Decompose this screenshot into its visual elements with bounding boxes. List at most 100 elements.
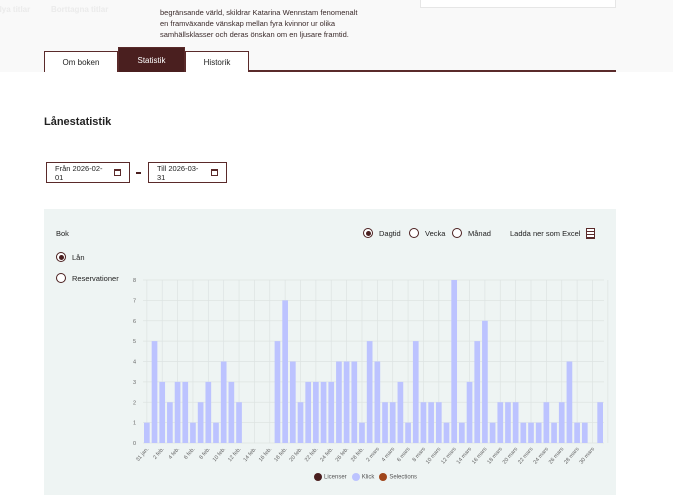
x-tick-label: 14 feb. xyxy=(243,446,259,463)
bar xyxy=(366,341,373,443)
bar xyxy=(313,381,319,443)
bar xyxy=(581,422,588,443)
legend-swatch xyxy=(314,473,322,481)
x-tick-label: 28 mars xyxy=(563,446,581,465)
y-tick-label: 4 xyxy=(133,360,136,366)
bar xyxy=(228,381,235,443)
bar xyxy=(466,381,473,443)
bar xyxy=(520,422,527,443)
bar xyxy=(289,361,296,443)
bar xyxy=(566,361,573,443)
bar xyxy=(236,402,242,443)
bar xyxy=(205,381,212,443)
y-tick-label: 5 xyxy=(133,339,136,345)
bar xyxy=(274,341,281,443)
x-tick-label: 10 feb. xyxy=(212,446,228,463)
y-tick-label: 3 xyxy=(133,380,136,386)
legend-label: Licenser xyxy=(324,474,347,481)
x-tick-label: 2 mars xyxy=(365,446,381,463)
x-tick-label: 30 mars xyxy=(579,446,597,465)
x-tick-label: 18 mars xyxy=(486,446,504,465)
bar xyxy=(512,402,519,443)
bar xyxy=(451,280,458,443)
legend-item-licenser[interactable]: Licenser xyxy=(314,473,347,481)
bar xyxy=(197,402,204,443)
bar xyxy=(159,381,166,443)
x-tick-label: 16 mars xyxy=(471,446,489,465)
x-tick-label: 6 feb. xyxy=(183,446,197,461)
bar xyxy=(213,422,219,443)
x-tick-label: 12 feb. xyxy=(227,446,243,463)
bar xyxy=(528,422,534,443)
bar xyxy=(482,320,488,443)
legend-swatch xyxy=(379,473,388,481)
bar xyxy=(497,402,504,443)
chart-legend: Licenser Klick Selections xyxy=(314,473,417,481)
y-tick-label: 0 xyxy=(133,441,136,447)
x-tick-label: 4 mars xyxy=(381,446,397,463)
bar xyxy=(297,402,304,443)
bar xyxy=(174,381,181,443)
y-tick-label: 6 xyxy=(133,319,136,325)
x-tick-label: 31 jan. xyxy=(135,446,151,463)
bar xyxy=(389,402,396,443)
x-tick-label: 4 feb. xyxy=(168,446,182,461)
x-tick-label: 10 mars xyxy=(425,446,443,465)
bar xyxy=(597,402,603,443)
bar xyxy=(397,381,404,443)
bar xyxy=(551,422,557,443)
bar xyxy=(151,341,158,443)
bar xyxy=(359,422,365,443)
bar xyxy=(535,422,542,443)
x-tick-label: 20 mars xyxy=(502,446,520,465)
bar xyxy=(167,402,173,443)
legend-item-selections[interactable]: Selections xyxy=(379,473,417,481)
x-tick-label: 16 feb. xyxy=(258,446,274,463)
bar xyxy=(435,402,442,443)
bar xyxy=(182,381,189,443)
x-tick-label: 24 feb. xyxy=(319,446,335,463)
bar xyxy=(343,361,350,443)
loan-chart: 0 1 2 3 4 5 6 7 8 31 jan. 2 feb. 4 feb. 6 feb. 8 feb.… xyxy=(133,278,609,466)
bar xyxy=(336,361,342,443)
bar xyxy=(412,341,419,443)
y-tick-label: 2 xyxy=(133,400,136,406)
bar xyxy=(190,422,196,443)
bar xyxy=(558,402,565,443)
bar xyxy=(428,402,434,443)
bar xyxy=(351,361,358,443)
x-tick-label: 6 mars xyxy=(396,446,412,463)
bar xyxy=(144,422,150,443)
x-tick-label: 22 feb. xyxy=(304,446,320,463)
bar xyxy=(405,422,411,443)
bar xyxy=(305,381,312,443)
bar xyxy=(574,422,580,443)
legend-item-klick[interactable]: Klick xyxy=(351,473,375,481)
x-tick-label: 24 mars xyxy=(533,446,551,465)
y-tick-label: 8 xyxy=(133,278,136,284)
bar xyxy=(374,361,381,443)
bar xyxy=(420,402,427,443)
legend-label: Selections xyxy=(389,474,418,481)
legend-swatch xyxy=(351,473,360,481)
x-tick-label: 2 feb. xyxy=(152,446,166,461)
legend-label: Klick xyxy=(361,474,375,481)
x-tick-label: 28 feb. xyxy=(350,446,366,463)
bar xyxy=(282,300,288,443)
bar xyxy=(489,422,496,443)
x-tick-label: 14 mars xyxy=(456,446,474,465)
x-tick-label: 26 feb. xyxy=(335,446,351,463)
bar xyxy=(320,381,327,443)
bar xyxy=(474,341,481,443)
y-tick-label: 7 xyxy=(133,298,136,304)
x-tick-label: 12 mars xyxy=(440,446,458,465)
x-tick-label: 18 feb. xyxy=(273,446,289,463)
bar xyxy=(443,422,450,443)
bar xyxy=(220,361,227,443)
x-tick-label: 22 mars xyxy=(517,446,535,465)
bar xyxy=(543,402,550,443)
x-tick-label: 26 mars xyxy=(548,446,566,465)
bar xyxy=(328,381,335,443)
bar xyxy=(505,402,511,443)
bar xyxy=(459,422,465,443)
